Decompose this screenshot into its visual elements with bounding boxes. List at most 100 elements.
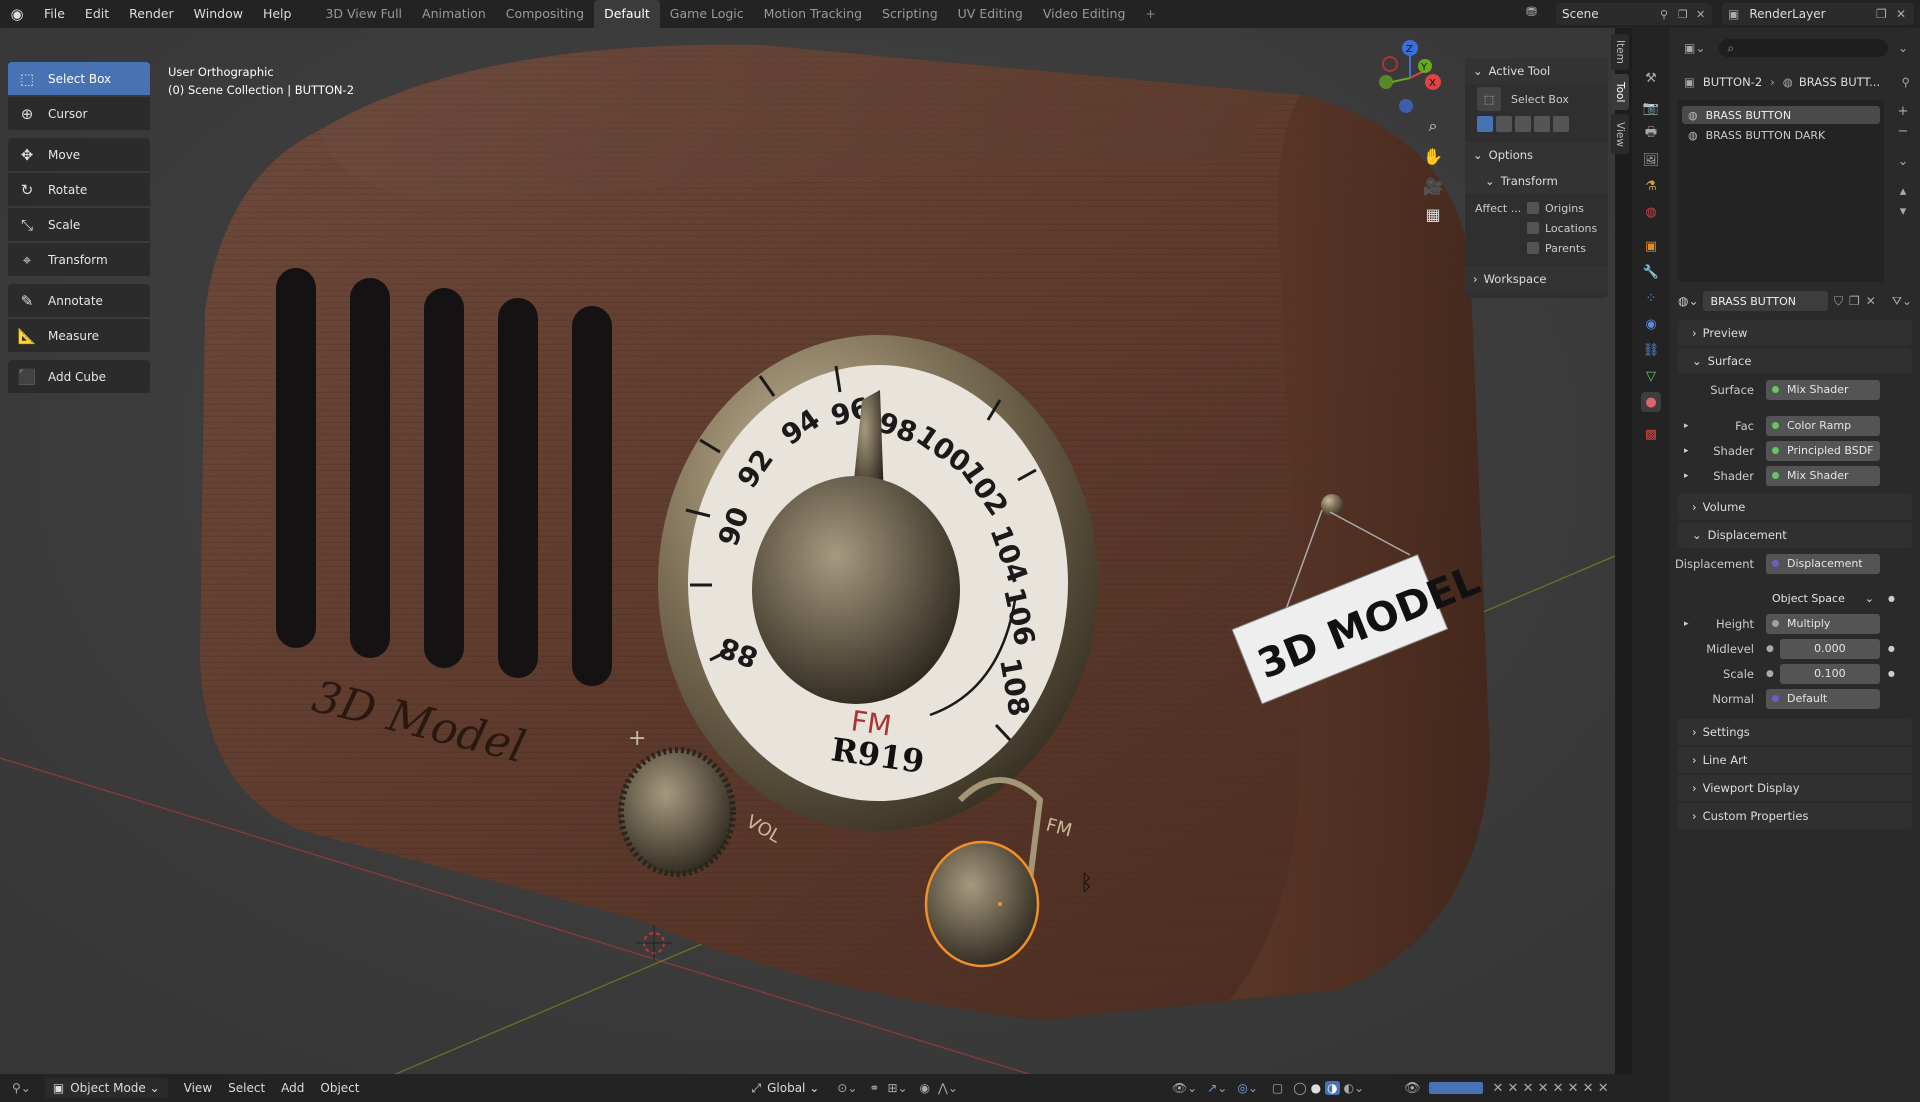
props-search-input[interactable]: ⌕ bbox=[1719, 39, 1888, 57]
normal-field[interactable]: Default bbox=[1766, 688, 1880, 709]
mode-new-icon[interactable] bbox=[1477, 116, 1493, 132]
snap-target-icon[interactable]: ⊞⌄ bbox=[887, 1081, 907, 1095]
unlink-material-icon[interactable]: ✕ bbox=[1866, 294, 1876, 308]
blender-logo-icon[interactable]: ◉ bbox=[0, 0, 34, 28]
add-workspace-icon[interactable]: + bbox=[1135, 0, 1165, 28]
menu-object[interactable]: Object bbox=[320, 1081, 359, 1095]
particles-props-icon[interactable]: ⁘ bbox=[1641, 288, 1661, 308]
pin-icon[interactable]: ⚲ bbox=[1902, 75, 1910, 89]
texture-props-icon[interactable]: ▩ bbox=[1641, 424, 1661, 444]
preview-section[interactable]: › Preview bbox=[1678, 320, 1912, 346]
scene-icon[interactable]: ⛃ bbox=[1526, 5, 1537, 20]
height-input-field[interactable]: Multiply bbox=[1766, 613, 1880, 634]
displacement-section[interactable]: ⌄ Displacement bbox=[1678, 522, 1912, 548]
fac-input-field[interactable]: Color Ramp bbox=[1766, 415, 1880, 436]
new-scene-icon[interactable]: ❐ bbox=[1678, 8, 1688, 21]
mode-intersect-icon[interactable] bbox=[1553, 116, 1569, 132]
scene-selector[interactable]: Scene ⚲ ❐ ✕ bbox=[1556, 3, 1712, 25]
tool-props-icon[interactable]: ⚒ bbox=[1641, 68, 1661, 88]
add-slot-icon[interactable]: + bbox=[1894, 102, 1912, 122]
tool-rotate[interactable]: ↻ Rotate bbox=[8, 173, 150, 206]
menu-select[interactable]: Select bbox=[228, 1081, 265, 1095]
new-layer-icon[interactable]: ❐ bbox=[1876, 7, 1887, 21]
tab-compositing[interactable]: Compositing bbox=[496, 0, 594, 28]
keyframe-dot-icon[interactable]: ● bbox=[1888, 669, 1895, 678]
custom-properties-section[interactable]: › Custom Properties bbox=[1678, 803, 1912, 829]
rendered-shading-icon[interactable]: ◐⌄ bbox=[1344, 1081, 1365, 1095]
mode-extend-icon[interactable] bbox=[1496, 116, 1512, 132]
locations-checkbox[interactable] bbox=[1527, 222, 1539, 234]
tool-cursor[interactable]: ⊕ Cursor bbox=[8, 97, 150, 130]
render-props-icon[interactable]: 📷 bbox=[1641, 98, 1661, 118]
keyframe-dot-icon[interactable]: ● bbox=[1888, 644, 1895, 653]
tool-select-box[interactable]: ⬚ Select Box bbox=[8, 62, 150, 95]
tab-animation[interactable]: Animation bbox=[412, 0, 496, 28]
overlay-toggle-icon[interactable]: ◎⌄ bbox=[1237, 1081, 1258, 1095]
xray-icon[interactable]: ▢ bbox=[1272, 1081, 1283, 1095]
proportional-edit-icon[interactable]: ◉ bbox=[920, 1081, 930, 1095]
surface-shader-field[interactable]: Mix Shader bbox=[1766, 379, 1880, 400]
eye-icon[interactable]: 👁 bbox=[1404, 1081, 1421, 1096]
constraints-props-icon[interactable]: ⛓ bbox=[1641, 340, 1661, 360]
falloff-icon[interactable]: ⋀⌄ bbox=[938, 1081, 958, 1095]
transform-header[interactable]: ⌄ Transform bbox=[1465, 168, 1608, 194]
output-props-icon[interactable]: 🖶 bbox=[1641, 124, 1661, 144]
modifier-props-icon[interactable]: 🔧 bbox=[1641, 262, 1661, 282]
tab-scripting[interactable]: Scripting bbox=[872, 0, 948, 28]
move-up-icon[interactable]: ▴ bbox=[1894, 182, 1912, 202]
mode-invert-icon[interactable] bbox=[1534, 116, 1550, 132]
3d-viewport[interactable]: 3D Model 90 92 94 96 98 100 102 104 106 … bbox=[0, 28, 1615, 1102]
expand-triangle-icon[interactable]: ▸ bbox=[1670, 446, 1690, 456]
volume-section[interactable]: › Volume bbox=[1678, 494, 1912, 520]
grid-icon[interactable]: ▦ bbox=[1418, 200, 1448, 228]
physics-props-icon[interactable]: ◉ bbox=[1641, 314, 1661, 334]
move-down-icon[interactable]: ▾ bbox=[1894, 202, 1912, 222]
camera-icon[interactable]: 🎥 bbox=[1418, 172, 1448, 200]
navigation-gizmo[interactable]: Z Y X bbox=[1370, 38, 1450, 118]
active-tool-row[interactable]: ⬚ Select Box bbox=[1465, 84, 1608, 114]
parents-checkbox[interactable] bbox=[1527, 242, 1539, 254]
world-props-icon[interactable]: ◍ bbox=[1641, 202, 1661, 222]
solid-shading-icon[interactable]: ● bbox=[1311, 1081, 1321, 1095]
wireframe-shading-icon[interactable]: ◯ bbox=[1293, 1081, 1306, 1095]
tool-measure[interactable]: 📐 Measure bbox=[8, 319, 150, 352]
pivot-icon[interactable]: ⊙⌄ bbox=[837, 1081, 857, 1095]
restrict-icon[interactable]: ✕ ✕ ✕ ✕ ✕ ✕ ✕ ✕ bbox=[1493, 1081, 1609, 1096]
menu-edit[interactable]: Edit bbox=[75, 0, 119, 28]
gizmo-toggle-icon[interactable]: ↗⌄ bbox=[1207, 1081, 1227, 1095]
delete-scene-icon[interactable]: ✕ bbox=[1696, 8, 1705, 21]
tool-add-cube[interactable]: ⬛ Add Cube bbox=[8, 360, 150, 393]
displacement-field[interactable]: Displacement bbox=[1766, 553, 1880, 574]
menu-add[interactable]: Add bbox=[281, 1081, 304, 1095]
scale-field[interactable]: 0.100 bbox=[1779, 663, 1880, 684]
workspace-header[interactable]: › Workspace bbox=[1465, 266, 1608, 292]
expand-triangle-icon[interactable]: ▸ bbox=[1670, 619, 1690, 629]
tool-transform[interactable]: ⌖ Transform bbox=[8, 243, 150, 276]
mode-selector[interactable]: ▣ Object Mode ⌄ bbox=[44, 1078, 168, 1098]
tab-item[interactable]: Item bbox=[1611, 34, 1629, 70]
menu-window[interactable]: Window bbox=[184, 0, 253, 28]
shader-input-field[interactable]: Principled BSDF bbox=[1766, 440, 1880, 461]
remove-slot-icon[interactable]: − bbox=[1894, 122, 1912, 142]
pan-hand-icon[interactable]: ✋ bbox=[1418, 142, 1448, 170]
object-props-icon[interactable]: ▣ bbox=[1641, 236, 1661, 256]
tab-tool[interactable]: Tool bbox=[1611, 74, 1629, 110]
slot-menu-icon[interactable]: ⌄ bbox=[1894, 152, 1912, 172]
tab-video-editing[interactable]: Video Editing bbox=[1033, 0, 1136, 28]
tab-view[interactable]: View bbox=[1611, 114, 1629, 154]
shader-input-field[interactable]: Mix Shader bbox=[1766, 465, 1880, 486]
menu-view[interactable]: View bbox=[184, 1081, 212, 1095]
settings-section[interactable]: › Settings bbox=[1678, 719, 1912, 745]
surface-section[interactable]: ⌄ Surface bbox=[1678, 348, 1912, 374]
expand-triangle-icon[interactable]: ▸ bbox=[1670, 421, 1690, 431]
duplicate-material-icon[interactable]: ❐ bbox=[1849, 294, 1860, 308]
active-tool-header[interactable]: ⌄ Active Tool bbox=[1465, 58, 1608, 84]
data-props-icon[interactable]: ▽ bbox=[1641, 366, 1661, 386]
menu-render[interactable]: Render bbox=[119, 0, 184, 28]
material-slot-item[interactable]: ◍ BRASS BUTTON DARK bbox=[1682, 126, 1880, 144]
material-shading-icon[interactable]: ◑ bbox=[1325, 1081, 1340, 1095]
scene-props-icon[interactable]: ⚗ bbox=[1641, 176, 1661, 196]
tab-default[interactable]: Default bbox=[594, 0, 660, 28]
mode-subtract-icon[interactable] bbox=[1515, 116, 1531, 132]
view-layer-selector[interactable]: ▣ RenderLayer ❐ ✕ bbox=[1722, 3, 1914, 25]
